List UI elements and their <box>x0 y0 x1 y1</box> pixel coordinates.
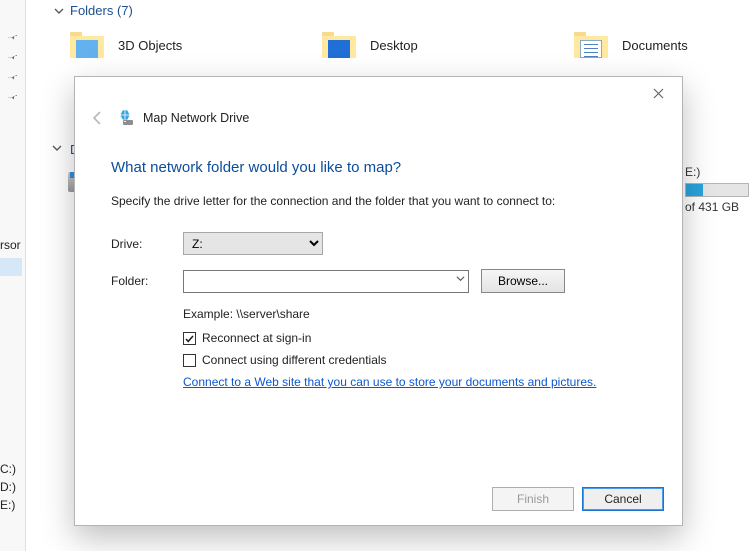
sidebar-fragment: D:) <box>0 480 16 494</box>
sidebar-fragment: E:) <box>0 498 15 512</box>
diff-creds-label: Connect using different credentials <box>202 353 387 367</box>
pin-icon <box>6 90 20 104</box>
drive-label: Drive: <box>111 237 183 251</box>
chevron-down-icon <box>52 143 66 157</box>
connect-website-link[interactable]: Connect to a Web site that you can use t… <box>183 375 596 389</box>
folders-section-header[interactable]: Folders (7) <box>52 3 133 18</box>
cancel-button[interactable]: Cancel <box>582 487 664 511</box>
wizard-title: Map Network Drive <box>143 111 249 125</box>
network-drive-icon <box>117 109 135 127</box>
drive-free-label: of 431 GB <box>685 200 755 214</box>
back-button <box>87 107 109 129</box>
capacity-bar <box>685 183 749 197</box>
pin-icon <box>6 30 20 44</box>
wizard-header: Map Network Drive <box>87 107 249 129</box>
folder-icon <box>70 32 104 58</box>
wizard-heading: What network folder would you like to ma… <box>111 159 652 176</box>
folders-header-label: Folders (7) <box>70 3 133 18</box>
wizard-footer: Finish Cancel <box>492 487 664 511</box>
drive-capacity-sliver: E:) of 431 GB <box>685 165 755 214</box>
wizard-body: What network folder would you like to ma… <box>111 159 652 389</box>
drive-letter-label: E:) <box>685 165 755 179</box>
folder-label: Documents <box>622 38 688 53</box>
folder-icon <box>322 32 356 58</box>
folder-item-desktop[interactable]: Desktop <box>322 32 418 58</box>
reconnect-label: Reconnect at sign-in <box>202 331 311 345</box>
example-text: Example: \\server\share <box>183 307 652 321</box>
map-network-drive-wizard: Map Network Drive What network folder wo… <box>74 76 683 526</box>
chevron-down-icon <box>456 274 465 286</box>
browse-button[interactable]: Browse... <box>481 269 565 293</box>
folder-label: Desktop <box>370 38 418 53</box>
sidebar-fragment: rsor <box>0 238 21 252</box>
folder-item-3d-objects[interactable]: 3D Objects <box>70 32 182 58</box>
reconnect-row[interactable]: Reconnect at sign-in <box>183 331 652 345</box>
wizard-subtext: Specify the drive letter for the connect… <box>111 194 652 208</box>
drive-row: Drive: Z: <box>111 232 652 255</box>
folder-icon <box>574 32 608 58</box>
folder-label: 3D Objects <box>118 38 182 53</box>
reconnect-checkbox[interactable] <box>183 332 196 345</box>
sidebar-fragment: C:) <box>0 462 16 476</box>
folder-item-documents[interactable]: Documents <box>574 32 688 58</box>
selected-fragment <box>0 258 22 276</box>
diff-creds-row[interactable]: Connect using different credentials <box>183 353 652 367</box>
folder-combobox[interactable] <box>183 270 469 293</box>
folder-label: Folder: <box>111 274 183 288</box>
folder-row: Folder: Browse... <box>111 269 652 293</box>
pin-icon <box>6 50 20 64</box>
pin-icon <box>6 70 20 84</box>
finish-button: Finish <box>492 487 574 511</box>
drive-select[interactable]: Z: <box>183 232 323 255</box>
diff-creds-checkbox[interactable] <box>183 354 196 367</box>
close-button[interactable] <box>644 83 672 103</box>
chevron-down-icon <box>52 4 66 18</box>
